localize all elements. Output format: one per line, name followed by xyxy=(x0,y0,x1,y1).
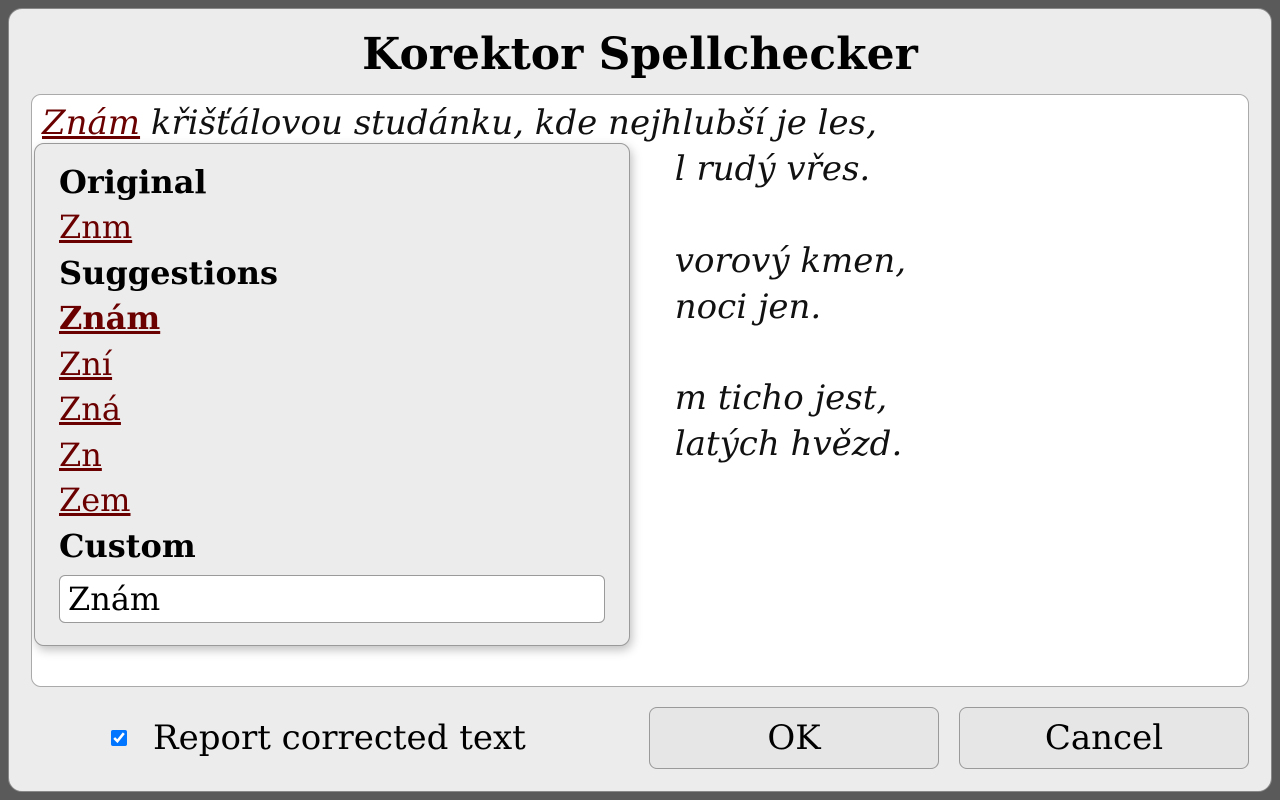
line7-tail: m ticho jest, xyxy=(675,378,887,418)
ok-button[interactable]: OK xyxy=(649,707,939,769)
line2-tail: l rudý vřes. xyxy=(675,149,870,189)
line4-tail: vorový kmen, xyxy=(675,241,906,281)
original-value[interactable]: Znm xyxy=(59,205,132,250)
report-label: Report corrected text xyxy=(153,718,526,758)
suggestions-label: Suggestions xyxy=(59,251,605,296)
line5-tail: noci jen. xyxy=(675,287,821,327)
line8-tail: latých hvězd. xyxy=(675,424,902,464)
spellchecker-dialog: Korektor Spellchecker Znám křišťálovou s… xyxy=(8,8,1272,792)
suggestion-item[interactable]: Zn xyxy=(59,433,102,478)
original-label: Original xyxy=(59,160,605,205)
line1-rest: křišťálovou studánku, kde nejhlubší je l… xyxy=(140,103,877,143)
report-corrected-text[interactable]: Report corrected text xyxy=(31,718,629,758)
suggestion-item[interactable]: Zní xyxy=(59,342,112,387)
dialog-footer: Report corrected text OK Cancel xyxy=(31,707,1249,769)
suggestion-item[interactable]: Zem xyxy=(59,478,131,523)
custom-input[interactable] xyxy=(59,575,605,623)
suggestion-item[interactable]: Znám xyxy=(59,296,160,341)
misspelled-word[interactable]: Znám xyxy=(42,103,140,143)
suggestion-item[interactable]: Zná xyxy=(59,387,121,432)
cancel-button[interactable]: Cancel xyxy=(959,707,1249,769)
suggestions-popup: Original Znm Suggestions Znám Zní Zná Zn… xyxy=(34,143,630,646)
dialog-title: Korektor Spellchecker xyxy=(31,29,1249,80)
text-panel: Znám křišťálovou studánku, kde nejhlubší… xyxy=(31,94,1249,687)
report-checkbox[interactable] xyxy=(111,730,127,746)
custom-label: Custom xyxy=(59,524,605,569)
